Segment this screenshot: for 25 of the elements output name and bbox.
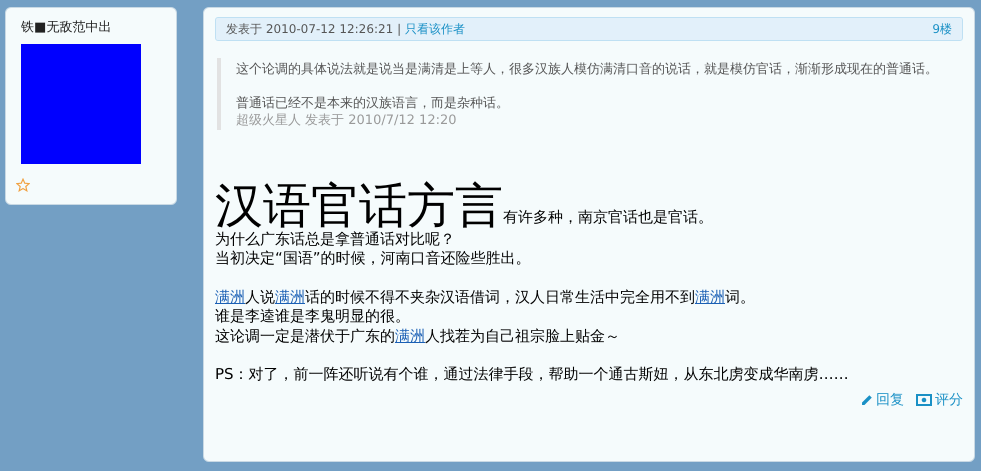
quote-text: 普通话已经不是本来的汉族语言，而是杂种话。 xyxy=(236,94,510,112)
author-only-link[interactable]: 只看该作者 xyxy=(404,22,465,36)
quote-attribution: 超级火星人 发表于 2010/7/12 12:20 xyxy=(236,112,458,130)
keyword-link[interactable]: 满洲 xyxy=(215,288,245,306)
banknote-icon xyxy=(916,394,932,406)
star-icon[interactable] xyxy=(16,178,30,192)
post-text-line: 有许多种，南京官话也是官话。 xyxy=(503,208,713,228)
rate-link[interactable]: 评分 xyxy=(916,390,963,411)
keyword-link[interactable]: 满洲 xyxy=(695,288,725,306)
post-text-line: 谁是李逵谁是李鬼明显的很。 xyxy=(215,307,411,327)
reply-link[interactable]: 回复 xyxy=(860,390,904,411)
post-text-line: PS：对了，前一阵还听说有个谁，通过法律手段，帮助一个通古斯妞，从东北虏变成华南虏…… xyxy=(215,365,850,385)
post-text-line: 当初决定“国语”的时候，河南口音还险些胜出。 xyxy=(215,249,532,269)
post-title: 汉语官话方言 xyxy=(215,182,503,230)
keyword-link[interactable]: 满洲 xyxy=(395,326,425,345)
post-text-line: 为什么广东话总是拿普通话对比呢？ xyxy=(215,230,456,250)
separator: | xyxy=(397,22,402,36)
pencil-icon xyxy=(860,394,873,407)
post-date: 发表于 2010-07-12 12:26:21 xyxy=(226,22,394,36)
floor-number[interactable]: 9楼 xyxy=(932,20,952,38)
post-text-line: 满洲人说满洲话的时候不得不夹杂汉语借词，汉人日常生活中完全用不到满洲词。 xyxy=(215,288,756,308)
keyword-link[interactable]: 满洲 xyxy=(275,288,305,306)
post-text-line: 这论调一定是潜伏于广东的满洲人找茬为自己祖宗脸上贴金～ xyxy=(215,326,621,346)
quote-text: 这个论调的具体说法就是说当是满清是上等人，很多汉族人模仿满清口音的说话，就是模仿官话，渐渐形成现在的普通话。 xyxy=(236,61,939,79)
author-name: 铁■无敌范中出 xyxy=(21,19,112,37)
